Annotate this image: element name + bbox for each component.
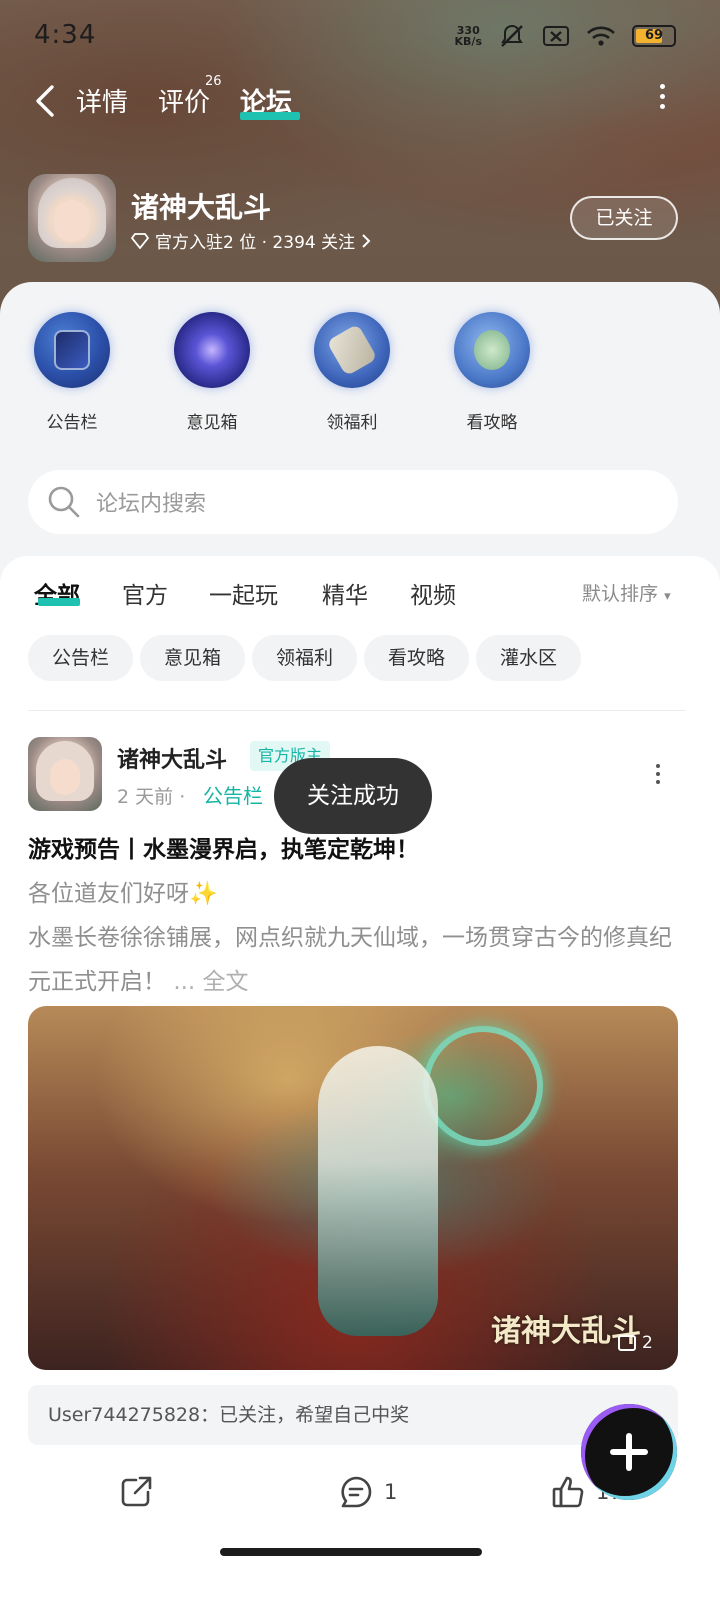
caret-down-icon: ▾ — [664, 589, 671, 604]
feed-tab-video[interactable]: 视频 — [410, 576, 456, 610]
game-avatar — [28, 174, 116, 262]
followed-button[interactable]: 已关注 — [570, 196, 678, 240]
post-more-icon[interactable] — [656, 764, 660, 788]
post-section-link[interactable]: 公告栏 — [203, 780, 263, 809]
category-bulletin[interactable]: 公告栏 — [22, 312, 122, 433]
diamond-icon — [131, 232, 149, 249]
post-title[interactable]: 游戏预告丨水墨漫界启，执笔定乾坤！ — [28, 830, 419, 864]
hero-figure-art — [318, 1046, 438, 1336]
gift-scroll-icon — [314, 312, 390, 388]
toast-follow-success: 关注成功 — [274, 758, 432, 834]
post-author-name[interactable]: 诸神大乱斗 — [117, 742, 227, 774]
home-indicator[interactable] — [220, 1548, 482, 1556]
create-post-button[interactable] — [581, 1404, 677, 1500]
category-rewards[interactable]: 领福利 — [302, 312, 402, 433]
game-meta[interactable]: 官方入驻2 位 · 2394 关注 — [131, 228, 371, 253]
bagua-art — [423, 1026, 543, 1146]
status-bar: 4:34 330 KB/s 69 — [0, 0, 720, 70]
bulletin-scroll-icon — [34, 312, 110, 388]
feed-tab-indicator — [38, 598, 80, 606]
forum-search-input[interactable]: 论坛内搜索 — [28, 470, 678, 534]
reviews-count: 26 — [205, 74, 222, 89]
no-sim-icon — [543, 26, 569, 46]
more-options-icon[interactable] — [660, 84, 665, 114]
feed-tab-play-together[interactable]: 一起玩 — [209, 576, 278, 610]
share-button[interactable] — [118, 1474, 154, 1510]
chevron-right-icon — [362, 233, 371, 248]
active-tab-indicator — [240, 112, 300, 120]
category-feedback[interactable]: 意见箱 — [162, 312, 262, 433]
game-title: 诸神大乱斗 — [131, 191, 272, 224]
galaxy-icon — [174, 312, 250, 388]
feed-tab-featured[interactable]: 精华 — [322, 576, 368, 610]
comment-button[interactable]: 1 — [338, 1474, 397, 1510]
image-icon — [618, 1335, 636, 1351]
network-speed: 330 KB/s — [454, 24, 482, 48]
image-count-badge: 2 — [610, 1328, 661, 1358]
comment-preview[interactable]: User744275828：已关注，希望自己中奖 — [28, 1385, 678, 1445]
mute-icon — [501, 24, 523, 47]
post-time: 2 天前 · — [117, 786, 186, 808]
post-image[interactable]: 诸神大乱斗 2 — [28, 1006, 678, 1370]
sort-dropdown[interactable]: 默认排序 ▾ — [582, 579, 671, 606]
battery-icon: 69 — [632, 25, 676, 47]
cabbage-icon — [454, 312, 530, 388]
category-guides[interactable]: 看攻略 — [442, 312, 542, 433]
chip-feedback[interactable]: 意见箱 — [140, 635, 246, 681]
chip-bulletin[interactable]: 公告栏 — [28, 635, 134, 681]
search-icon — [48, 486, 80, 518]
feed-tab-official[interactable]: 官方 — [122, 576, 168, 610]
tab-details[interactable]: 详情 — [76, 82, 128, 119]
chip-chat[interactable]: 灌水区 — [476, 635, 582, 681]
post-author-avatar[interactable] — [28, 737, 102, 811]
divider — [28, 710, 686, 711]
status-time: 4:34 — [34, 20, 97, 50]
post-body[interactable]: 各位道友们好呀✨ 水墨长卷徐徐铺展，网点织就九天仙域，一场贯穿古今的修真纪元正式… — [28, 872, 688, 1004]
chip-rewards[interactable]: 领福利 — [252, 635, 358, 681]
read-more-link[interactable]: ... 全文 — [173, 969, 248, 995]
back-arrow-icon[interactable] — [32, 84, 58, 118]
comment-icon — [341, 1476, 372, 1508]
wifi-icon — [587, 26, 615, 46]
tab-reviews[interactable]: 评价 — [158, 82, 210, 119]
share-icon — [121, 1476, 152, 1507]
chip-guides[interactable]: 看攻略 — [364, 635, 470, 681]
thumbs-up-icon — [552, 1476, 584, 1508]
